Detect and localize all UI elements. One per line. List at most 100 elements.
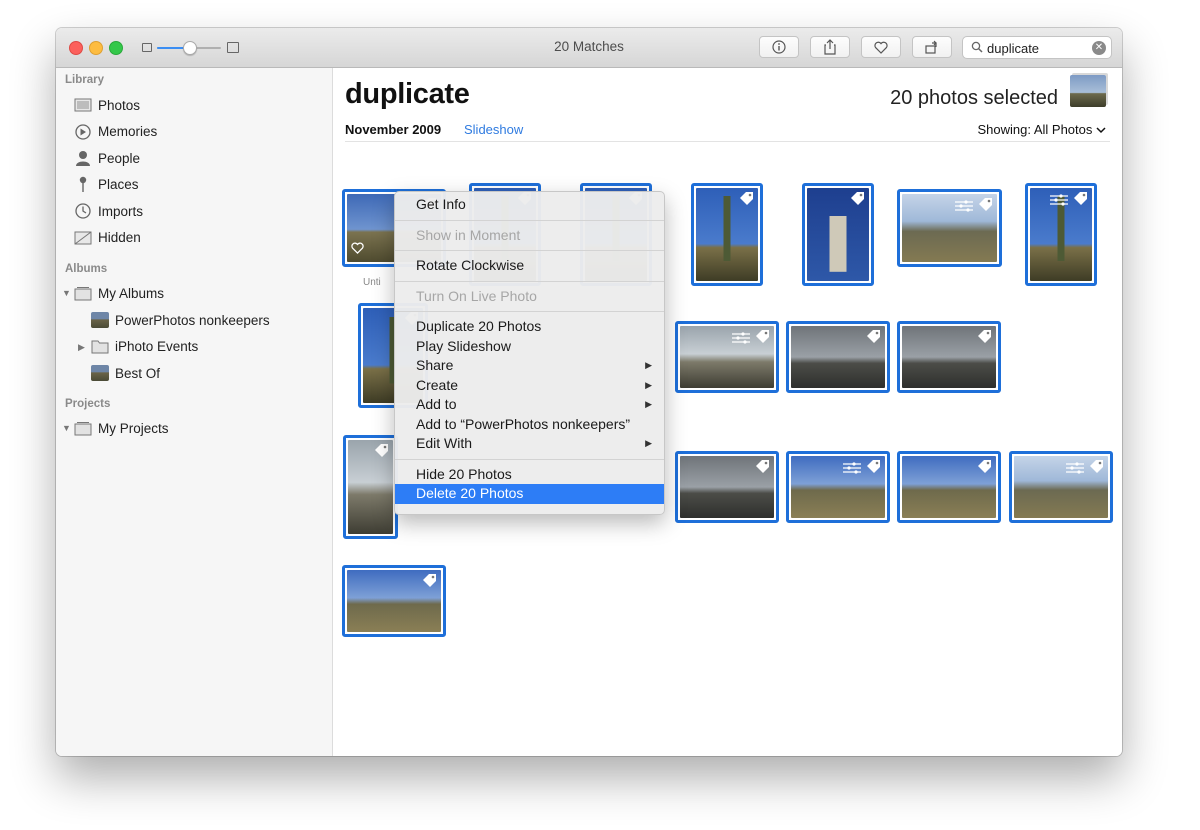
projects-section-header: Projects — [65, 398, 111, 410]
menu-separator — [395, 250, 664, 251]
sidebar-item-people[interactable]: People — [73, 147, 140, 169]
photo-thumbnail[interactable] — [342, 565, 446, 637]
album-thumbnail-icon — [90, 364, 110, 382]
keyword-tag-icon — [755, 459, 770, 479]
page-title: duplicate — [345, 78, 470, 110]
menu-separator — [395, 280, 664, 282]
menu-item-hide-20-photos[interactable]: Hide 20 Photos — [395, 465, 664, 485]
menu-item-edit-with[interactable]: Edit With ▶ — [395, 434, 664, 454]
sidebar-item-label: Photos — [98, 97, 141, 113]
menu-item-share[interactable]: Share ▶ — [395, 356, 664, 376]
photo-thumbnail[interactable] — [897, 321, 1001, 393]
rotate-button[interactable] — [912, 36, 952, 58]
menu-separator — [395, 219, 664, 221]
photo-thumbnail[interactable] — [1009, 451, 1113, 523]
sidebar-item-imports[interactable]: Imports — [73, 200, 143, 222]
share-button[interactable] — [810, 36, 850, 58]
menu-item-create[interactable]: Create ▶ — [395, 376, 664, 396]
sidebar-item-label: iPhoto Events — [115, 339, 199, 354]
library-section-header: Library — [65, 74, 104, 86]
disclosure-expanded-icon[interactable]: ▼ — [62, 423, 71, 433]
heart-icon — [874, 41, 888, 54]
sidebar-item-powerphotos-nonkeepers[interactable]: PowerPhotos nonkeepers — [90, 309, 270, 331]
search-field[interactable]: duplicate ✕ — [962, 36, 1112, 59]
adjustments-icon — [843, 461, 861, 479]
keyword-tag-icon — [374, 443, 389, 463]
photo-caption: Unti — [363, 277, 381, 288]
photo-thumbnail[interactable] — [691, 183, 763, 286]
menu-item-label: Share — [416, 357, 454, 373]
sidebar-item-best-of[interactable]: Best Of — [90, 362, 160, 384]
sidebar-item-label: Hidden — [98, 230, 141, 245]
info-icon — [772, 40, 786, 54]
info-button[interactable] — [759, 36, 799, 58]
menu-separator — [395, 311, 664, 312]
submenu-arrow-icon: ▶ — [645, 379, 652, 390]
menu-item-play-slideshow[interactable]: Play Slideshow — [395, 337, 664, 357]
keyword-tag-icon — [1073, 191, 1088, 211]
menu-separator — [395, 458, 664, 460]
people-icon — [73, 149, 93, 167]
sidebar-item-places[interactable]: Places — [73, 174, 139, 196]
photo-thumbnail[interactable] — [802, 183, 874, 286]
menu-item-show-in-moment: Show in Moment — [395, 226, 664, 246]
adjustments-icon — [1050, 193, 1068, 211]
menu-item-turn-on-live-photo: Turn On Live Photo — [395, 287, 664, 307]
sidebar-item-photos[interactable]: Photos — [73, 94, 140, 116]
submenu-arrow-icon: ▶ — [645, 360, 652, 370]
sidebar-item-hidden[interactable]: Hidden — [73, 227, 141, 249]
photo-thumbnail[interactable] — [897, 189, 1002, 267]
photo-thumbnail[interactable] — [1025, 183, 1097, 286]
sidebar-item-my-albums[interactable]: My Albums — [73, 282, 164, 304]
menu-item-label: Create — [416, 376, 459, 393]
keyword-tag-icon — [866, 329, 881, 349]
context-menu: Get Info Show in Moment Rotate Clockwise Tu… — [394, 191, 665, 515]
disclosure-collapsed-icon[interactable]: ▶ — [78, 342, 85, 353]
photo-thumbnail[interactable] — [675, 451, 779, 523]
project-stack-icon — [73, 419, 93, 437]
photo-thumbnail[interactable] — [343, 435, 398, 539]
menu-item-label: Add to “PowerPhotos nonkeepers” — [416, 415, 631, 432]
menu-item-label: Edit With — [416, 435, 473, 451]
sidebar-item-label: Imports — [98, 203, 144, 219]
menu-item-duplicate-20-photos[interactable]: Duplicate 20 Photos — [395, 317, 664, 337]
keyword-tag-icon — [978, 197, 993, 217]
menu-item-add-to-powerphotos-nonkeepers[interactable]: Add to “PowerPhotos nonkeepers” — [395, 415, 664, 435]
keyword-tag-icon — [977, 459, 992, 479]
photo-thumbnail[interactable] — [897, 451, 1001, 523]
sidebar-item-label: Memories — [98, 124, 158, 139]
album-thumbnail-icon — [90, 311, 110, 329]
sidebar-item-iphoto-events[interactable]: iPhoto Events — [90, 336, 198, 358]
menu-item-rotate-clockwise[interactable]: Rotate Clockwise — [395, 256, 664, 276]
rotate-icon — [925, 40, 937, 54]
favorite-button[interactable] — [861, 36, 901, 58]
disclosure-expanded-icon[interactable]: ▼ — [62, 288, 71, 298]
submenu-arrow-icon: ▶ — [645, 438, 652, 448]
selection-stack-thumbnail[interactable] — [1070, 75, 1106, 107]
menu-item-get-info[interactable]: Get Info — [395, 195, 664, 215]
menu-item-label: Turn On Live Photo — [416, 287, 537, 304]
places-icon — [73, 176, 93, 194]
imports-icon — [73, 202, 93, 220]
sidebar-item-memories[interactable]: Memories — [73, 121, 157, 143]
photo-thumbnail[interactable] — [786, 321, 890, 393]
favorite-heart-icon[interactable] — [351, 241, 364, 259]
sidebar-item-label: My Albums — [98, 285, 165, 301]
sidebar-item-label: My Projects — [98, 420, 169, 436]
submenu-arrow-icon: ▶ — [645, 399, 652, 409]
keyword-tag-icon — [422, 573, 437, 593]
menu-item-add-to[interactable]: Add to ▶ — [395, 395, 664, 415]
menu-item-delete-20-photos[interactable]: Delete 20 Photos — [395, 484, 664, 504]
menu-item-label: Show in Moment — [416, 226, 521, 243]
chevron-down-icon — [1096, 127, 1106, 134]
photo-thumbnail[interactable] — [786, 451, 890, 523]
menu-item-label: Duplicate 20 Photos — [416, 318, 542, 334]
clear-search-icon[interactable]: ✕ — [1092, 41, 1106, 55]
sidebar-item-my-projects[interactable]: My Projects — [73, 417, 169, 439]
slideshow-link[interactable]: Slideshow — [464, 122, 523, 137]
search-input[interactable]: duplicate — [987, 41, 1039, 56]
search-icon — [971, 41, 983, 53]
showing-filter-dropdown[interactable]: Showing: All Photos — [977, 122, 1106, 137]
adjustments-icon — [732, 331, 750, 349]
photo-thumbnail[interactable] — [675, 321, 779, 393]
